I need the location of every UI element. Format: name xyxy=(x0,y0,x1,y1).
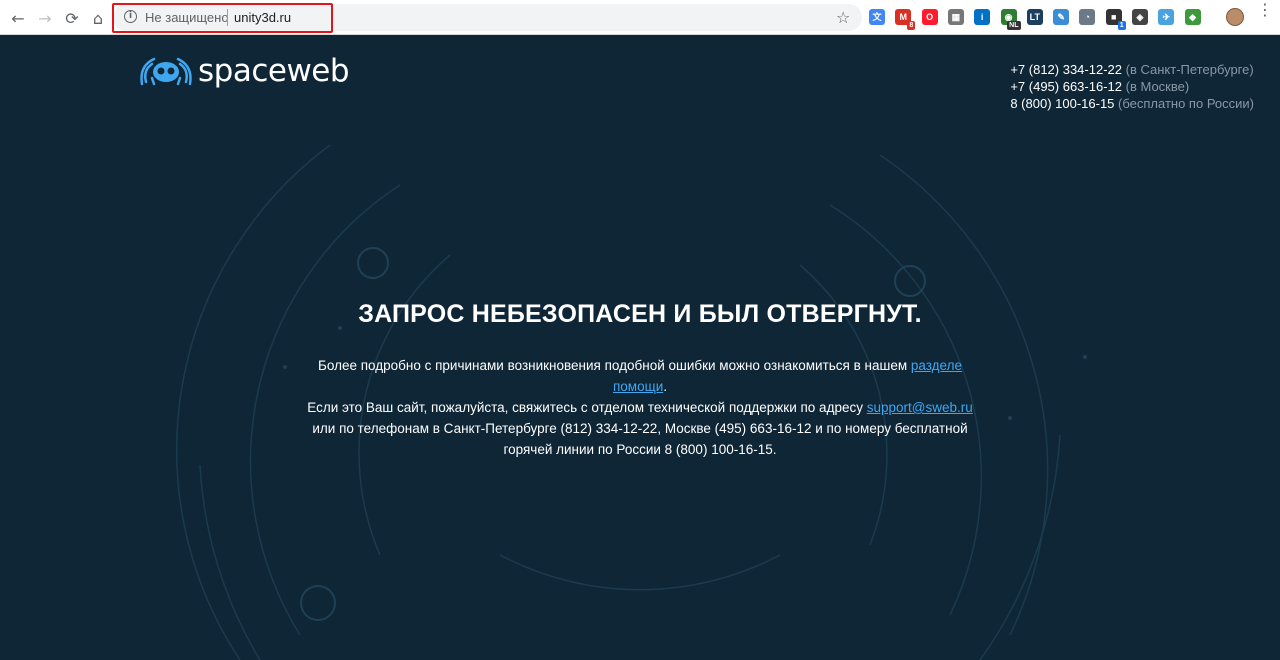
home-icon[interactable]: ⌂ xyxy=(88,8,108,28)
phone-number[interactable]: 8 (800) 100-16-15 xyxy=(1010,96,1114,111)
background-decoration xyxy=(175,144,1087,660)
extension-badge: NL xyxy=(1007,21,1021,30)
shield-extension-icon[interactable]: ◈ xyxy=(1132,9,1148,25)
speed-extension-icon[interactable]: ◔ xyxy=(1079,9,1096,25)
phone-note: (в Санкт-Петербурге) xyxy=(1125,62,1254,77)
logo-text: spaceweb xyxy=(198,53,350,89)
phone-number[interactable]: +7 (812) 334-12-22 xyxy=(1010,62,1122,77)
opera-extension-icon[interactable]: O xyxy=(921,9,938,25)
help-paragraph-text: Более подробно с причинами возникновения… xyxy=(318,358,911,373)
support-paragraph-end: или по телефонам в Санкт-Петербурге (812… xyxy=(312,421,968,457)
spider-logo-icon xyxy=(140,57,192,86)
forward-icon[interactable]: → xyxy=(35,8,55,28)
gmail-extension-icon[interactable]: M8 xyxy=(895,9,916,30)
contact-phones: +7 (812) 334-12-22 (в Санкт-Петербурге) … xyxy=(1010,61,1254,112)
phone-line: +7 (812) 334-12-22 (в Санкт-Петербурге) xyxy=(1010,61,1254,78)
phone-note: (в Москве) xyxy=(1125,79,1190,94)
help-paragraph-end: . xyxy=(663,379,668,394)
phone-line: +7 (495) 663-16-12 (в Москве) xyxy=(1010,78,1254,95)
bookmark-star-icon[interactable]: ☆ xyxy=(836,8,850,27)
spaceweb-logo[interactable]: spaceweb xyxy=(140,53,350,89)
support-email-link[interactable]: support@sweb.ru xyxy=(867,400,973,415)
grid-extension-icon[interactable]: ▦ xyxy=(947,9,964,25)
phone-line: 8 (800) 100-16-15 (бесплатно по России) xyxy=(1010,95,1254,112)
back-icon[interactable]: ← xyxy=(8,8,28,28)
pen-extension-icon[interactable]: ✎ xyxy=(1053,9,1070,25)
diamond-extension-icon[interactable]: ◆ xyxy=(1184,9,1201,25)
profile-avatar[interactable] xyxy=(1226,8,1244,26)
phone-note: (бесплатно по России) xyxy=(1118,96,1254,111)
error-description: Более подробно с причинами возникновения… xyxy=(300,355,980,460)
bird-extension-icon[interactable]: ✈ xyxy=(1158,9,1175,25)
error-page: spaceweb +7 (812) 334-12-22 (в Санкт-Пет… xyxy=(0,35,1280,660)
browser-toolbar: ← → ⟳ ⌂ i Не защищено unity3d.ru ☆ 文 M 8 O ▦… xyxy=(0,0,1280,35)
intel-extension-icon[interactable]: i xyxy=(974,9,991,25)
lt-extension-icon[interactable]: LT xyxy=(1026,9,1043,25)
phone-number[interactable]: +7 (495) 663-16-12 xyxy=(1010,79,1122,94)
reload-icon[interactable]: ⟳ xyxy=(62,8,82,28)
extension-badge: 1 xyxy=(1117,21,1126,30)
globe-nl-extension-icon[interactable]: ◉ NL xyxy=(1000,9,1021,30)
cube-extension-icon[interactable]: ■ 1 xyxy=(1105,9,1126,30)
support-paragraph-text: Если это Ваш сайт, пожалуйста, свяжитесь… xyxy=(307,400,867,415)
annotation-highlight-box xyxy=(112,3,333,33)
page-title: ЗАПРОС НЕБЕЗОПАСЕН И БЫЛ ОТВЕРГНУТ. xyxy=(358,300,922,328)
browser-menu-icon[interactable]: ⋮ xyxy=(1257,2,1273,18)
extension-badge: 8 xyxy=(907,21,916,30)
translate-extension-icon[interactable]: 文 xyxy=(869,9,885,25)
